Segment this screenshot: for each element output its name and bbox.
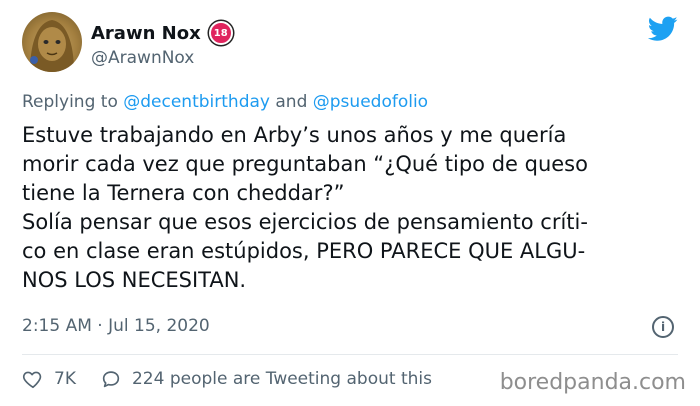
tweet-line: morir cada vez que preguntaban “¿Qué tip… <box>22 152 588 176</box>
like-action[interactable]: 7K <box>22 368 76 390</box>
replying-to: Replying to @decentbirthday and @psuedof… <box>22 92 428 112</box>
tweeting-count-text: 224 people are Tweeting about this <box>131 369 432 389</box>
replying-joiner: and <box>269 92 313 112</box>
tweet-body: Estuve trabajando en Arby’s unos años y … <box>22 121 688 295</box>
twitter-bird-icon[interactable] <box>648 16 678 42</box>
tweet-line: NOS LOS NECESITAN. <box>22 268 247 292</box>
tweet-line: co en clase eran estúpidos, PERO PARECE … <box>22 239 586 263</box>
display-name-row[interactable]: Arawn Nox 18 <box>91 21 233 45</box>
tweet-line: Estuve trabajando en Arby’s unos años y … <box>22 123 567 147</box>
actions-row: 7K 224 people are Tweeting about this <box>22 368 432 390</box>
divider <box>22 354 678 355</box>
avatar[interactable] <box>22 12 82 72</box>
mention-link-2[interactable]: @psuedofolio <box>313 92 428 112</box>
display-name[interactable]: Arawn Nox <box>91 23 201 44</box>
watermark: boredpanda.com <box>499 370 686 395</box>
tweet-line: Solía pensar que esos ejercicios de pens… <box>22 210 588 234</box>
like-count: 7K <box>54 369 76 389</box>
user-handle[interactable]: @ArawnNox <box>91 48 194 68</box>
tweet-timestamp[interactable]: 2:15 AM · Jul 15, 2020 <box>22 316 210 336</box>
reply-bubble-icon <box>102 371 120 388</box>
adult-badge-icon: 18 <box>208 21 233 45</box>
info-icon[interactable]: i <box>652 316 674 338</box>
mention-link-1[interactable]: @decentbirthday <box>123 92 270 112</box>
heart-icon <box>22 371 42 389</box>
tweet-line: tiene la Ternera con cheddar?” <box>22 181 345 205</box>
conversation-action[interactable]: 224 people are Tweeting about this <box>100 368 432 390</box>
replying-prefix: Replying to <box>22 92 124 112</box>
